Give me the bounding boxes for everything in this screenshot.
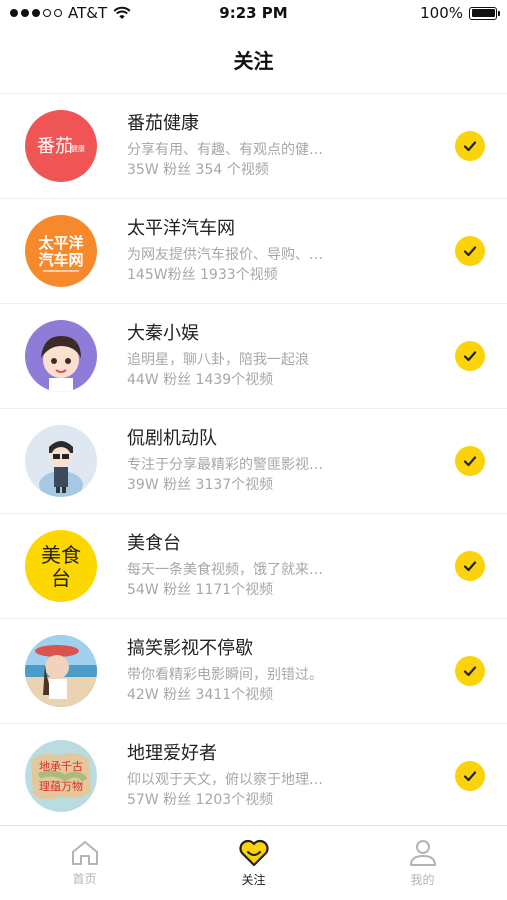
beach-woman-avatar-image [25, 635, 97, 707]
battery-icon [469, 6, 500, 20]
check-icon [463, 246, 477, 257]
signal-strength-icon [10, 9, 62, 17]
item-stats: 44W 粉丝 1439个视频 [127, 372, 274, 388]
list-item[interactable]: 太平洋 汽车网 太平洋汽车网 为网友提供汽车报价、导购、… 145W粉丝 193… [0, 199, 507, 304]
svg-text:地承千古: 地承千古 [39, 760, 83, 773]
status-left: AT&T [10, 4, 180, 22]
battery-percent: 100% [420, 4, 463, 22]
carrier-label: AT&T [68, 4, 108, 22]
wifi-icon [113, 6, 131, 19]
tab-home-label: 首页 [72, 872, 97, 886]
followed-check-button[interactable] [455, 761, 485, 791]
check-icon [463, 351, 477, 362]
food-channel-logo: 美食 台 [41, 543, 81, 590]
check-icon [463, 456, 477, 467]
svg-text:番茄: 番茄 [37, 136, 73, 157]
tab-following-label: 关注 [241, 873, 266, 887]
status-right: 100% [327, 4, 500, 22]
item-stats: 54W 粉丝 1171个视频 [127, 582, 274, 598]
heart-icon [238, 839, 269, 867]
svg-text:太平洋: 太平洋 [38, 234, 83, 252]
item-stats: 35W 粉丝 354 个视频 [127, 162, 269, 178]
tab-bar: 首页 关注 我的 [0, 825, 507, 900]
avatar[interactable]: 美食 台 [25, 530, 97, 602]
check-icon [463, 141, 477, 152]
item-info: 美食台 每天一条美食视频，饿了就来… 54W 粉丝 1171个视频 [127, 532, 455, 600]
tab-mine[interactable]: 我的 [338, 826, 507, 900]
geography-map-logo: 地承千古 理蕴万物 [31, 752, 91, 800]
followed-check-button[interactable] [455, 551, 485, 581]
list-item[interactable]: 搞笑影视不停歇 带你看精彩电影瞬间，别错过。 42W 粉丝 3411个视频 [0, 619, 507, 724]
avatar[interactable]: 地承千古 理蕴万物 [25, 740, 97, 812]
pcauto-logo: 太平洋 汽车网 [38, 234, 84, 272]
item-stats: 42W 粉丝 3411个视频 [127, 687, 274, 703]
tomato-health-logo: 番茄 健康 [37, 136, 85, 157]
list-item[interactable]: 美食 台 美食台 每天一条美食视频，饿了就来… 54W 粉丝 1171个视频 [0, 514, 507, 619]
list-item[interactable]: 地承千古 理蕴万物 地理爱好者 仰以观于天文，俯以察于地理… 57W 粉丝 12… [0, 724, 507, 825]
home-icon [71, 841, 98, 865]
list-item[interactable]: 侃剧机动队 专注于分享最精彩的警匪影视… 39W 粉丝 3137个视频 [0, 409, 507, 514]
item-info: 大秦小娱 追明星，聊八卦，陪我一起浪 44W 粉丝 1439个视频 [127, 322, 455, 390]
followed-check-button[interactable] [455, 341, 485, 371]
tab-home[interactable]: 首页 [0, 826, 169, 900]
cartoon-girl-avatar-image [41, 336, 81, 392]
item-description: 追明星，聊八卦，陪我一起浪 [127, 352, 309, 368]
svg-text:理蕴万物: 理蕴万物 [39, 779, 83, 793]
avatar[interactable] [25, 425, 97, 497]
svg-text:台: 台 [51, 566, 71, 590]
avatar[interactable]: 番茄 健康 [25, 110, 97, 182]
tab-mine-label: 我的 [410, 873, 435, 887]
item-stats: 39W 粉丝 3137个视频 [127, 477, 274, 493]
item-name[interactable]: 地理爱好者 [127, 742, 455, 766]
item-description: 专注于分享最精彩的警匪影视… [127, 457, 323, 473]
status-time: 9:23 PM [219, 4, 288, 22]
item-name[interactable]: 大秦小娱 [127, 322, 455, 346]
item-info: 搞笑影视不停歇 带你看精彩电影瞬间，别错过。 42W 粉丝 3411个视频 [127, 637, 455, 705]
item-description: 带你看精彩电影瞬间，别错过。 [127, 667, 323, 683]
item-name[interactable]: 美食台 [127, 532, 455, 556]
tab-following[interactable]: 关注 [169, 826, 338, 900]
followed-check-button[interactable] [455, 656, 485, 686]
list-item[interactable]: 大秦小娱 追明星，聊八卦，陪我一起浪 44W 粉丝 1439个视频 [0, 304, 507, 409]
item-info: 侃剧机动队 专注于分享最精彩的警匪影视… 39W 粉丝 3137个视频 [127, 427, 455, 495]
user-icon [409, 840, 436, 866]
item-name[interactable]: 番茄健康 [127, 112, 455, 136]
item-description: 为网友提供汽车报价、导购、… [127, 247, 323, 263]
item-info: 番茄健康 分享有用、有趣、有观点的健… 35W 粉丝 354 个视频 [127, 112, 455, 180]
item-info: 地理爱好者 仰以观于天文，俯以察于地理… 57W 粉丝 1203个视频 [127, 742, 455, 810]
item-description: 仰以观于天文，俯以察于地理… [127, 772, 323, 788]
following-list[interactable]: 番茄 健康 番茄健康 分享有用、有趣、有观点的健… 35W 粉丝 354 个视频… [0, 94, 507, 825]
followed-check-button[interactable] [455, 236, 485, 266]
item-stats: 57W 粉丝 1203个视频 [127, 792, 274, 808]
item-name[interactable]: 搞笑影视不停歇 [127, 637, 455, 661]
item-description: 分享有用、有趣、有观点的健… [127, 142, 323, 158]
nav-bar: 关注 [0, 26, 507, 94]
svg-text:美食: 美食 [41, 543, 81, 567]
item-name[interactable]: 太平洋汽车网 [127, 217, 455, 241]
check-icon [463, 561, 477, 572]
avatar[interactable]: 太平洋 汽车网 [25, 215, 97, 287]
check-icon [463, 666, 477, 677]
check-icon [463, 771, 477, 782]
item-info: 太平洋汽车网 为网友提供汽车报价、导购、… 145W粉丝 1933个视频 [127, 217, 455, 285]
followed-check-button[interactable] [455, 131, 485, 161]
page-title: 关注 [233, 49, 274, 73]
avatar[interactable] [25, 320, 97, 392]
followed-check-button[interactable] [455, 446, 485, 476]
item-description: 每天一条美食视频，饿了就来… [127, 562, 323, 578]
status-bar: AT&T 9:23 PM 100% [0, 0, 507, 26]
cartoon-man-avatar-image [39, 441, 83, 497]
svg-text:健康: 健康 [71, 144, 85, 153]
item-stats: 145W粉丝 1933个视频 [127, 267, 278, 283]
svg-text:汽车网: 汽车网 [38, 251, 83, 269]
avatar[interactable] [25, 635, 97, 707]
list-item[interactable]: 番茄 健康 番茄健康 分享有用、有趣、有观点的健… 35W 粉丝 354 个视频 [0, 94, 507, 199]
item-name[interactable]: 侃剧机动队 [127, 427, 455, 451]
